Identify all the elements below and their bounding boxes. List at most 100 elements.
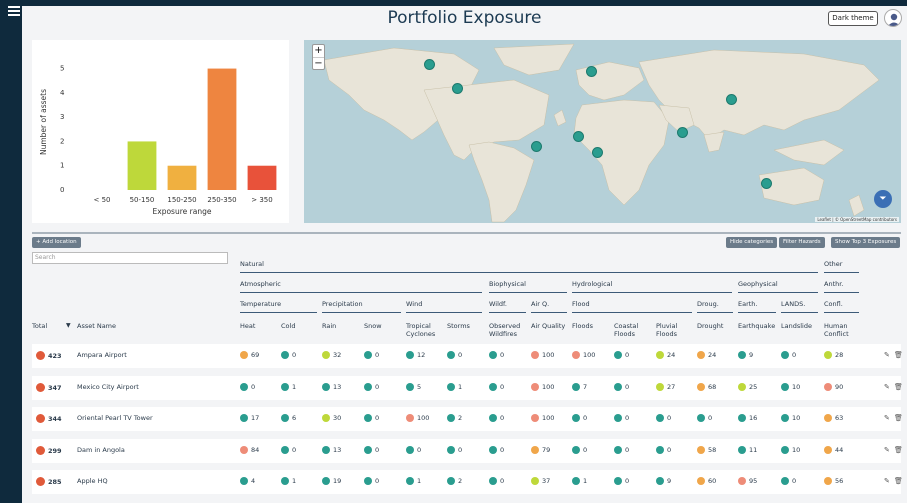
hazard-value: 12	[417, 351, 426, 359]
column-header[interactable]: Drought	[697, 322, 737, 330]
map-marker[interactable]	[452, 83, 463, 94]
edit-icon[interactable]: ✎	[884, 351, 890, 359]
hazard-level-dot	[781, 351, 789, 359]
table-row[interactable]: 285 Apple HQ 4 1 19 0 1 2 0 37 1 0 9 60 95 0 56 ✎ 🗑	[32, 470, 903, 494]
column-header[interactable]: Coastal Floods	[614, 322, 654, 338]
column-header[interactable]: Observed Wildfires	[489, 322, 529, 338]
header-total[interactable]: Total	[32, 322, 47, 330]
delete-icon[interactable]: 🗑	[894, 351, 903, 359]
hazard-value: 0	[375, 477, 380, 485]
delete-icon[interactable]: 🗑	[894, 383, 903, 391]
hamburger-menu-icon[interactable]	[8, 6, 20, 16]
column-header[interactable]: Human Conflict	[824, 322, 864, 338]
hazard-cell: 90	[824, 383, 843, 391]
column-header[interactable]: Snow	[364, 322, 404, 330]
hazard-level-dot	[489, 446, 497, 454]
hazard-value: 0	[500, 383, 505, 391]
table-row[interactable]: 423 Ampara Airport 69 0 32 0 12 0 0 100 100 0 24 24 9 0…	[32, 344, 903, 368]
edit-icon[interactable]: ✎	[884, 414, 890, 422]
delete-icon[interactable]: 🗑	[894, 446, 903, 454]
hazard-level-dot	[656, 446, 664, 454]
hazard-level-dot	[364, 383, 372, 391]
hazard-value: 19	[333, 477, 342, 485]
hazard-value: 17	[251, 414, 260, 422]
column-header[interactable]: Earthquake	[738, 322, 778, 330]
hazard-level-dot	[281, 477, 289, 485]
hazard-level-dot	[781, 414, 789, 422]
hazard-value: 0	[500, 414, 505, 422]
hazard-level-dot	[697, 477, 705, 485]
column-header[interactable]: Landslide	[781, 322, 821, 330]
asset-name[interactable]: Ampara Airport	[77, 351, 127, 359]
asset-name[interactable]: Apple HQ	[77, 477, 108, 485]
world-map[interactable]: + − ⏷ Leaflet | © OpenStreetMap contribu…	[304, 40, 901, 223]
hazard-cell: 1	[281, 383, 296, 391]
table-row[interactable]: 347 Mexico City Airport 0 1 13 0 5 1 0 100 7 0 27 68 2…	[32, 376, 903, 400]
hazard-value: 0	[458, 446, 463, 454]
hazard-cell: 1	[572, 477, 587, 485]
edit-icon[interactable]: ✎	[884, 446, 890, 454]
delete-icon[interactable]: 🗑	[894, 477, 903, 485]
search-input[interactable]: Search	[32, 252, 228, 264]
add-location-button[interactable]: + Add location	[32, 237, 81, 248]
hazard-value: 0	[583, 414, 588, 422]
map-marker[interactable]	[761, 178, 772, 189]
zoom-in-button[interactable]: +	[313, 45, 324, 57]
column-header[interactable]: Floods	[572, 322, 612, 330]
table-row[interactable]: 344 Oriental Pearl TV Tower 17 6 30 0 100 2 0 100…	[32, 407, 903, 431]
map-marker[interactable]	[424, 59, 435, 70]
map-marker[interactable]	[592, 147, 603, 158]
asset-name[interactable]: Mexico City Airport	[77, 383, 139, 391]
hazard-value: 10	[792, 383, 801, 391]
map-marker[interactable]	[531, 141, 542, 152]
column-header[interactable]: Tropical Cyclones	[406, 322, 446, 338]
asset-name[interactable]: Oriental Pearl TV Tower	[77, 414, 153, 422]
hide-categories-button[interactable]: Hide categories	[726, 237, 778, 248]
total-cell: 299	[36, 446, 62, 455]
user-avatar-icon[interactable]	[884, 9, 902, 27]
hazard-cell: 27	[656, 383, 675, 391]
hazard-level-dot	[406, 351, 414, 359]
hazard-cell: 0	[656, 414, 671, 422]
map-marker[interactable]	[586, 66, 597, 77]
map-marker[interactable]	[573, 131, 584, 142]
total-score: 423	[48, 351, 62, 360]
hazard-cell: 100	[572, 351, 595, 359]
asset-name[interactable]: Dam in Angola	[77, 446, 125, 454]
hazard-value: 30	[333, 414, 342, 422]
edit-icon[interactable]: ✎	[884, 383, 890, 391]
hazard-cell: 0	[364, 383, 379, 391]
hazard-value: 100	[542, 414, 555, 422]
header-line	[781, 312, 818, 313]
map-marker[interactable]	[677, 127, 688, 138]
column-header[interactable]: Storms	[447, 322, 487, 330]
hazard-level-dot	[572, 351, 580, 359]
hazard-level-dot	[824, 477, 832, 485]
dark-theme-button[interactable]: Dark theme	[828, 11, 878, 26]
delete-icon[interactable]: 🗑	[894, 414, 903, 422]
hazard-cell: 0	[614, 446, 629, 454]
hazard-level-dot	[364, 351, 372, 359]
sort-down-icon[interactable]: ▼	[66, 322, 71, 330]
hazard-level-dot	[322, 414, 330, 422]
column-header[interactable]: Cold	[281, 322, 321, 330]
hazard-cell: 0	[614, 383, 629, 391]
hazard-value: 100	[542, 383, 555, 391]
column-header[interactable]: Heat	[240, 322, 280, 330]
edit-icon[interactable]: ✎	[884, 477, 890, 485]
zoom-out-button[interactable]: −	[313, 57, 324, 69]
map-filter-icon[interactable]: ⏷	[874, 190, 892, 208]
header-line	[824, 312, 859, 313]
column-header[interactable]: Rain	[322, 322, 362, 330]
header-asset-name[interactable]: Asset Name	[77, 322, 116, 330]
hazard-value: 37	[542, 477, 551, 485]
header-line	[489, 292, 567, 293]
column-header[interactable]: Air Quality	[531, 322, 571, 330]
column-header[interactable]: Pluvial Floods	[656, 322, 696, 338]
show-top3-button[interactable]: Show Top 3 Exposures	[831, 237, 901, 248]
map-marker[interactable]	[726, 94, 737, 105]
hazard-cell: 100	[531, 351, 554, 359]
table-row[interactable]: 299 Dam in Angola 84 0 13 0 0 0 0 79 0 0 0 58 11 10 44 ✎ 🗑	[32, 439, 903, 463]
filter-hazards-button[interactable]: Filter Hazards	[779, 237, 825, 248]
hazard-level-dot	[738, 414, 746, 422]
